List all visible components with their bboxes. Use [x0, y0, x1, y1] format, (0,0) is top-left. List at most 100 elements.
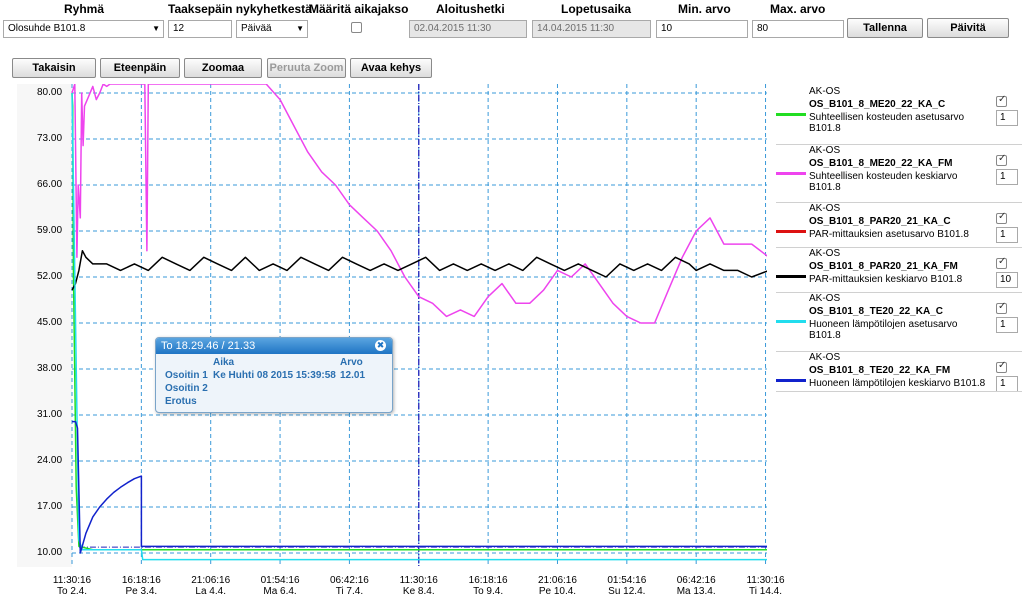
y-tick-label: 31.00 [37, 409, 63, 420]
tooltip-row3-label: Erotus [165, 396, 197, 407]
legend-desc: PAR-mittauksien asetusarvo B101.8 [809, 229, 969, 240]
legend-visible-checkbox[interactable] [996, 94, 1007, 107]
x-tick-time: 11:30:16 [399, 575, 438, 586]
tooltip-row1-label: Osoitin 1 [165, 370, 208, 381]
x-tick-label: 21:06:16 La 4.4. [181, 575, 241, 597]
tooltip-row1-value: 12.01 [340, 370, 366, 381]
chart-svg[interactable] [17, 83, 770, 567]
chevron-down-icon: ▼ [152, 24, 160, 33]
save-button[interactable]: Tallenna [847, 18, 923, 38]
x-tick-time: 01:54:16 [607, 575, 647, 586]
legend-line-width-input[interactable]: 1 [996, 317, 1018, 333]
zoom-button[interactable]: Zoomaa [184, 58, 262, 78]
cursor-tooltip: To 18.29.46 / 21.33 ✖ Aika Arvo Osoitin … [155, 337, 393, 413]
legend-line-width-input[interactable]: 1 [996, 227, 1018, 243]
tooltip-row1-time: Ke Huhti 08 2015 15:39:58 [213, 370, 336, 381]
legend-code: OS_B101_8_ME20_22_KA_C [809, 99, 946, 110]
legend-color-swatch [776, 172, 806, 175]
start-input[interactable]: 02.04.2015 11:30 [409, 20, 527, 38]
legend-color-swatch [776, 379, 806, 382]
chart-area[interactable] [17, 83, 770, 567]
x-tick-day: Ti 14.4. [749, 586, 783, 597]
legend-line-width-input[interactable]: 10 [996, 272, 1018, 288]
legend-item: AK-OS OS_B101_8_TE20_22_KA_FM Huoneen lämp… [776, 352, 1022, 392]
legend-visible-checkbox[interactable] [996, 360, 1007, 373]
x-tick-label: 16:18:16 Pe 3.4. [111, 575, 171, 597]
legend-desc: Suhteellisen kosteuden asetusarvo B101.8 [809, 112, 965, 134]
x-tick-time: 16:18:16 [468, 575, 508, 586]
define-period-label: Määritä aikajakso [309, 2, 409, 16]
back-from-now-label: Taaksepäin nykyhetkestä [168, 2, 312, 16]
x-tick-label: 16:18:16 To 9.4. [458, 575, 518, 597]
group-select-value: Olosuhde B101.8 [8, 23, 86, 34]
y-tick-label: 10.00 [37, 547, 63, 558]
end-input[interactable]: 14.04.2015 11:30 [532, 20, 651, 38]
legend-item: AK-OS OS_B101_8_PAR20_21_KA_C PAR-mittauks… [776, 203, 1022, 248]
legend-code: OS_B101_8_PAR20_21_KA_C [809, 216, 951, 227]
x-tick-day: To 9.4. [473, 586, 504, 597]
close-icon[interactable]: ✖ [375, 340, 386, 351]
x-tick-label: 21:06:16 Pe 10.4. [527, 575, 587, 597]
plot-background [72, 84, 767, 567]
x-tick-label: 01:54:16 Su 12.4. [597, 575, 657, 597]
tooltip-col-time: Aika [213, 357, 235, 368]
legend-line-width-input[interactable]: 1 [996, 169, 1018, 185]
legend-line-width-input[interactable]: 1 [996, 376, 1018, 392]
x-tick-label: 06:42:16 Ma 13.4. [666, 575, 726, 597]
x-tick-time: 11:30:16 [52, 575, 92, 586]
x-tick-day: La 4.4. [195, 586, 226, 597]
legend-color-swatch [776, 320, 806, 323]
group-select[interactable]: Olosuhde B101.8 ▼ [3, 20, 164, 38]
define-period-checkbox[interactable] [351, 22, 362, 33]
x-tick-day: Ma 13.4. [676, 586, 716, 597]
legend-color-swatch [776, 275, 806, 278]
legend-group: AK-OS [809, 145, 841, 156]
x-tick-day: Su 12.4. [608, 586, 646, 597]
tooltip-col-value: Arvo [340, 357, 363, 368]
x-tick-label: 01:54:16 Ma 6.4. [250, 575, 310, 597]
unit-select[interactable]: Päivää ▼ [236, 20, 308, 38]
legend-desc: Huoneen lämpötilojen asetusarvo B101.8 [809, 319, 958, 341]
legend-visible-checkbox[interactable] [996, 153, 1007, 166]
back-button[interactable]: Takaisin [12, 58, 96, 78]
legend-group: AK-OS [809, 293, 841, 304]
unit-select-value: Päivää [241, 23, 272, 34]
legend-visible-checkbox[interactable] [996, 256, 1007, 269]
x-tick-label: 11:30:16 Ke 8.4. [389, 575, 449, 597]
y-tick-label: 52.00 [37, 271, 63, 282]
legend-color-swatch [776, 113, 806, 116]
undo-zoom-button[interactable]: Peruuta Zoom [267, 58, 346, 78]
max-input[interactable]: 80 [752, 20, 844, 38]
legend-line-width-input[interactable]: 1 [996, 110, 1018, 126]
y-tick-label: 73.00 [37, 133, 63, 144]
legend-code: OS_B101_8_TE20_22_KA_FM [809, 365, 951, 376]
x-tick-day: Ma 6.4. [263, 586, 297, 597]
legend-visible-checkbox[interactable] [996, 211, 1007, 224]
legend-visible-checkbox[interactable] [996, 301, 1007, 314]
y-tick-label: 24.00 [37, 455, 63, 466]
x-tick-time: 06:42:16 [329, 575, 369, 586]
x-tick-label: 06:42:16 Ti 7.4. [319, 575, 379, 597]
x-tick-label: 11:30:16 To 2.4. [42, 575, 102, 597]
x-tick-time: 21:06:16 [191, 575, 231, 586]
forward-button[interactable]: Eteenpäin [100, 58, 180, 78]
refresh-button[interactable]: Päivitä [927, 18, 1009, 38]
end-label: Lopetusaika [561, 2, 632, 16]
tooltip-header: To 18.29.46 / 21.33 ✖ [156, 338, 392, 354]
legend-desc: Suhteellisen kosteuden keskiarvo B101.8 [809, 171, 958, 193]
y-tick-label: 59.00 [37, 225, 63, 236]
start-label: Aloitushetki [436, 2, 505, 16]
x-tick-time: 11:30:16 [746, 575, 785, 586]
max-label: Max. arvo [770, 2, 826, 16]
chevron-down-icon: ▼ [296, 24, 304, 33]
legend-color-swatch [776, 230, 806, 233]
open-frame-button[interactable]: Avaa kehys [350, 58, 432, 78]
legend-item: AK-OS OS_B101_8_ME20_22_KA_C Suhteellisen … [776, 86, 1022, 145]
x-tick-day: Ti 7.4. [335, 586, 364, 597]
back-amount-input[interactable]: 12 [168, 20, 232, 38]
y-tick-label: 38.00 [37, 363, 63, 374]
legend-group: AK-OS [809, 86, 841, 97]
x-tick-day: Pe 10.4. [538, 586, 577, 597]
min-input[interactable]: 10 [656, 20, 748, 38]
x-tick-time: 21:06:16 [538, 575, 577, 586]
